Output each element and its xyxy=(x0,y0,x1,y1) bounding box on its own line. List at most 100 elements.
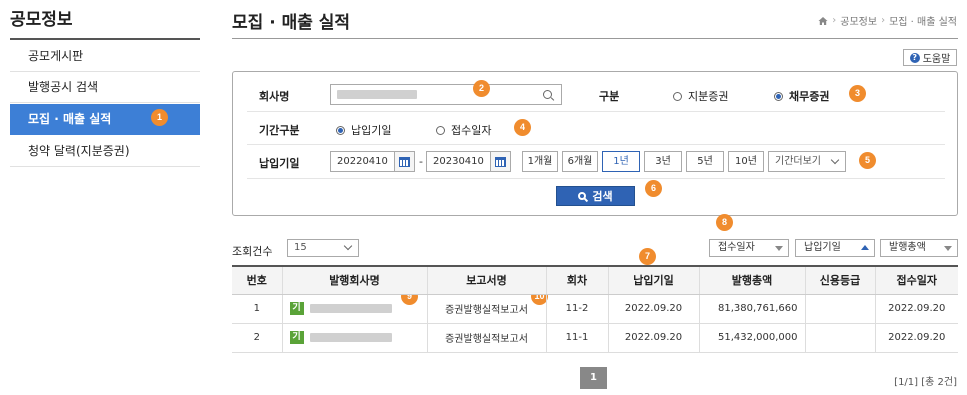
calendar-from-button[interactable] xyxy=(394,151,415,172)
search-button[interactable]: 검색 xyxy=(556,186,635,206)
result-count-select[interactable]: 15 xyxy=(287,239,359,257)
corp-class-tag: 기 xyxy=(289,331,304,344)
company-label: 회사명 xyxy=(259,90,290,103)
question-icon: ? xyxy=(909,52,920,63)
table-row: 1 기 증권발행실적보고서 11-2 2022.09.20 81,380,761… xyxy=(232,294,958,324)
step-badge: 3 xyxy=(849,85,866,102)
company-input[interactable] xyxy=(330,84,562,105)
sort-label: 납입기일 xyxy=(804,242,841,253)
date-to-input[interactable]: 20230410 xyxy=(426,151,491,172)
results-table: 번호 발행회사명 보고서명 회차 납입기일 발행총액 신용등급 접수일자 1 기… xyxy=(232,265,958,353)
type-radio-equity[interactable]: 지분증권 xyxy=(673,88,728,104)
sort-amount-button[interactable]: 발행총액 xyxy=(880,239,958,257)
help-button[interactable]: ? 도움말 xyxy=(903,49,957,66)
round-cell: 11-2 xyxy=(545,294,608,324)
search-icon xyxy=(578,192,587,200)
period-button-5y[interactable]: 5년 xyxy=(686,151,724,172)
page-title: 모집 · 매출 실적 xyxy=(232,13,351,33)
step-badge: 8 xyxy=(716,214,733,231)
sidebar-item-disclosure-search[interactable]: 발행공시 검색 xyxy=(10,72,200,103)
amount-cell: 51,432,000,000 xyxy=(698,323,805,353)
period-more-select[interactable]: 기간더보기 xyxy=(768,151,846,172)
period-button-1y[interactable]: 1년 xyxy=(602,151,640,172)
radio-label: 채무증권 xyxy=(789,90,830,103)
calendar-icon xyxy=(399,156,410,167)
header-divider xyxy=(232,38,958,39)
step-badge: 5 xyxy=(859,152,876,169)
sidebar: 공모정보 공모게시판 발행공시 검색 모집 · 매출 실적 청약 달력(지분증권… xyxy=(0,0,212,395)
calendar-to-button[interactable] xyxy=(490,151,511,172)
search-icon[interactable] xyxy=(543,90,552,99)
calendar-icon xyxy=(495,156,506,167)
round-cell: 11-1 xyxy=(545,323,608,353)
column-header: 보고서명 xyxy=(426,265,546,295)
sidebar-item-notice-board[interactable]: 공모게시판 xyxy=(10,41,200,72)
pagination-info: [1/1] [총 2건] xyxy=(894,377,957,388)
receipt-date-cell: 2022.09.20 xyxy=(874,294,958,324)
breadcrumb-item-current: 모집 · 매출 실적 xyxy=(889,17,957,28)
rating-cell xyxy=(804,294,875,324)
sidebar-item-subscription-calendar[interactable]: 청약 달력(지분증권) xyxy=(10,136,200,167)
receipt-date-cell: 2022.09.20 xyxy=(874,323,958,353)
type-radio-debt[interactable]: 채무증권 xyxy=(774,88,829,104)
type-label: 구분 xyxy=(599,90,620,103)
step-badge: 2 xyxy=(473,80,490,97)
radio-checked-icon xyxy=(336,125,345,135)
period-button-1m[interactable]: 1개월 xyxy=(522,151,558,172)
column-header: 접수일자 xyxy=(874,265,958,295)
step-badge: 6 xyxy=(645,180,662,197)
period-radio-receipt-date[interactable]: 접수일자 xyxy=(436,122,491,138)
date-separator: - xyxy=(419,155,423,168)
result-count-label: 조회건수 xyxy=(232,245,273,258)
report-name-link[interactable]: 증권발행실적보고서 xyxy=(426,294,546,324)
company-cell[interactable]: 기 xyxy=(281,294,427,324)
sidebar-title: 공모정보 xyxy=(10,10,73,30)
period-button-10y[interactable]: 10년 xyxy=(728,151,764,172)
step-badge: 1 xyxy=(151,109,168,126)
report-name-link[interactable]: 증권발행실적보고서 xyxy=(426,323,546,353)
column-header: 발행총액 xyxy=(698,265,805,295)
payment-date-cell: 2022.09.20 xyxy=(607,294,699,324)
chevron-down-icon xyxy=(830,155,840,165)
redacted-company-name[interactable] xyxy=(309,304,392,313)
help-label: 도움말 xyxy=(922,54,951,65)
period-type-label: 기간구분 xyxy=(259,124,300,137)
redacted-company-name[interactable] xyxy=(309,333,392,342)
amount-cell: 81,380,761,660 xyxy=(698,294,805,324)
row-divider xyxy=(247,111,945,112)
home-icon[interactable] xyxy=(818,16,828,26)
column-header: 번호 xyxy=(232,265,282,295)
sort-payment-date-button[interactable]: 납입기일 xyxy=(795,239,875,257)
breadcrumb: › 공모정보 › 모집 · 매출 실적 xyxy=(818,13,957,28)
sort-up-icon xyxy=(861,245,869,250)
period-button-3y[interactable]: 3년 xyxy=(644,151,682,172)
chevron-down-icon xyxy=(343,241,353,251)
period-button-6m[interactable]: 6개월 xyxy=(562,151,598,172)
column-header: 신용등급 xyxy=(804,265,875,295)
breadcrumb-item[interactable]: 공모정보 xyxy=(840,13,877,28)
row-divider xyxy=(247,144,945,145)
table-header-row: 번호 발행회사명 보고서명 회차 납입기일 발행총액 신용등급 접수일자 xyxy=(232,265,958,295)
sidebar-item-offering-results[interactable]: 모집 · 매출 실적 xyxy=(10,104,200,135)
radio-label: 접수일자 xyxy=(451,124,492,137)
table-row: 2 기 증권발행실적보고서 11-1 2022.09.20 51,432,000… xyxy=(232,323,958,353)
redacted-text xyxy=(337,89,417,99)
radio-icon xyxy=(673,91,682,101)
sort-receipt-date-button[interactable]: 접수일자 xyxy=(709,239,789,257)
rating-cell xyxy=(804,323,875,353)
sort-down-icon xyxy=(944,246,952,251)
step-badge: 4 xyxy=(514,119,531,136)
column-header: 회차 xyxy=(545,265,608,295)
corp-class-tag: 기 xyxy=(289,302,304,315)
row-number: 2 xyxy=(232,323,282,353)
row-number: 1 xyxy=(232,294,282,324)
period-radio-payment-date[interactable]: 납입기일 xyxy=(336,122,391,138)
step-badge: 7 xyxy=(639,248,656,265)
company-cell[interactable]: 기 xyxy=(281,323,427,353)
column-header: 발행회사명 xyxy=(281,265,427,295)
sidebar-divider xyxy=(10,38,200,40)
radio-label: 지분증권 xyxy=(688,90,729,103)
pagination-page-button[interactable]: 1 xyxy=(580,367,607,389)
payment-date-cell: 2022.09.20 xyxy=(607,323,699,353)
date-from-input[interactable]: 20220410 xyxy=(330,151,395,172)
